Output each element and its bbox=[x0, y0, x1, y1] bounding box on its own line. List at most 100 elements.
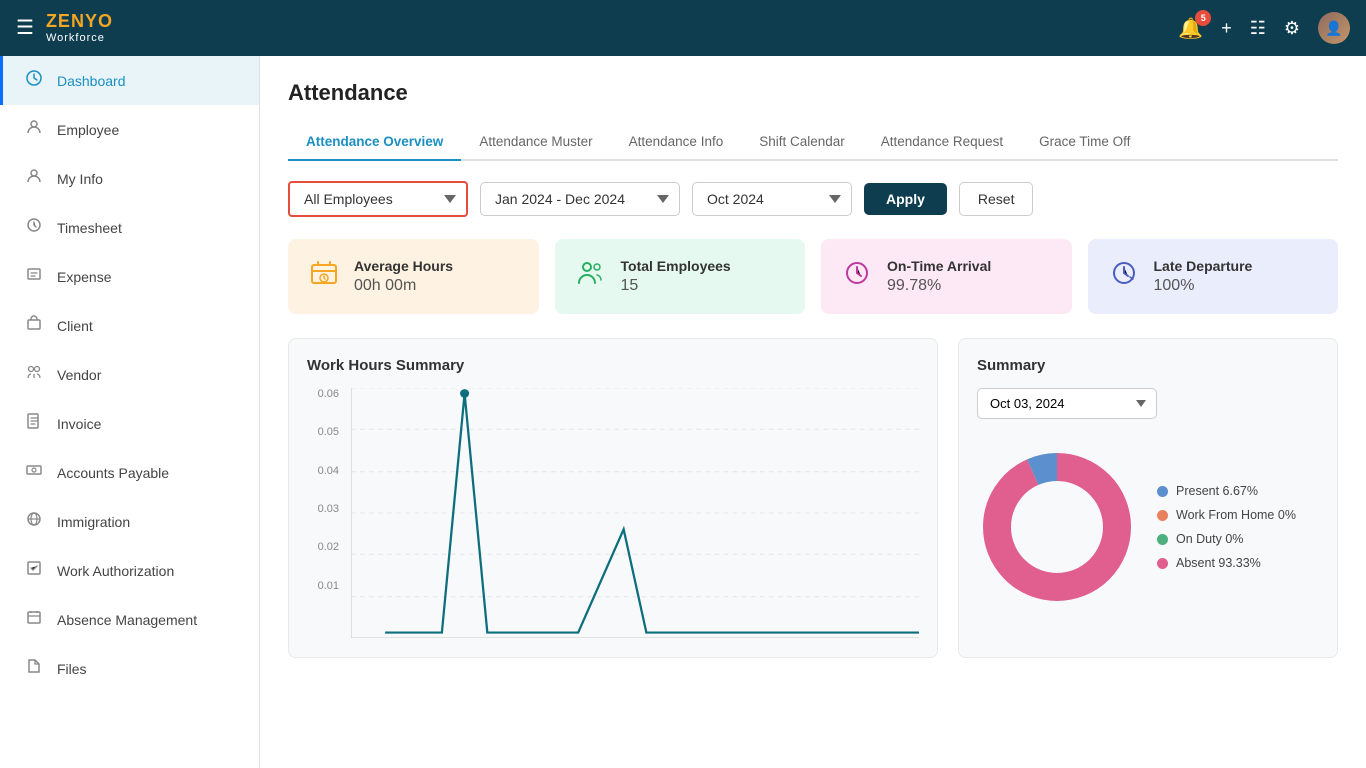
filter-row: All Employees Active Employees Inactive … bbox=[288, 181, 1338, 217]
hamburger-icon[interactable]: ☰ bbox=[16, 15, 34, 40]
tab-attendance-request[interactable]: Attendance Request bbox=[863, 124, 1021, 161]
accounts-payable-icon bbox=[23, 462, 45, 483]
chart-y-axis: 0.06 0.05 0.04 0.03 0.02 0.01 bbox=[307, 388, 345, 618]
tab-grace-time-off[interactable]: Grace Time Off bbox=[1021, 124, 1148, 161]
topbar-right: 🔔 5 + ☷ ⚙ 👤 bbox=[1178, 12, 1350, 44]
sidebar-item-absence-management[interactable]: Absence Management bbox=[0, 595, 259, 644]
client-icon bbox=[23, 315, 45, 336]
legend-dot-absent bbox=[1157, 558, 1168, 569]
stat-card-total-employees: Total Employees 15 bbox=[555, 239, 806, 314]
legend-label-present: Present 6.67% bbox=[1176, 484, 1258, 498]
logo-workforce: Workforce bbox=[46, 32, 113, 44]
employees-filter[interactable]: All Employees Active Employees Inactive … bbox=[288, 181, 468, 217]
legend-label-on-duty: On Duty 0% bbox=[1176, 532, 1243, 546]
y-label-6: 0.06 bbox=[318, 388, 339, 400]
avg-hours-value: 00h 00m bbox=[354, 277, 453, 295]
sidebar-item-invoice[interactable]: Invoice bbox=[0, 399, 259, 448]
legend-absent: Absent 93.33% bbox=[1157, 556, 1296, 570]
apply-button[interactable]: Apply bbox=[864, 183, 947, 215]
sidebar-item-vendor[interactable]: Vendor bbox=[0, 350, 259, 399]
total-employees-icon bbox=[575, 257, 607, 296]
on-time-arrival-value: 99.78% bbox=[887, 277, 991, 295]
tab-bar: Attendance Overview Attendance Muster At… bbox=[288, 124, 1338, 161]
sidebar-item-client[interactable]: Client bbox=[0, 301, 259, 350]
y-label-1: 0.01 bbox=[318, 580, 339, 592]
sidebar-label-accounts-payable: Accounts Payable bbox=[57, 465, 169, 481]
notification-bell[interactable]: 🔔 5 bbox=[1178, 16, 1203, 41]
sidebar-item-files[interactable]: Files bbox=[0, 644, 259, 693]
sidebar-item-myinfo[interactable]: My Info bbox=[0, 154, 259, 203]
chart-svg bbox=[351, 388, 919, 638]
settings-icon[interactable]: ⚙ bbox=[1284, 18, 1300, 39]
legend-wfh: Work From Home 0% bbox=[1157, 508, 1296, 522]
total-employees-value: 15 bbox=[621, 277, 731, 295]
y-label-2: 0.02 bbox=[318, 541, 339, 553]
stat-card-late-departure: Late Departure 100% bbox=[1088, 239, 1339, 314]
invoice-icon bbox=[23, 413, 45, 434]
avatar-image: 👤 bbox=[1318, 12, 1350, 44]
tab-shift-calendar[interactable]: Shift Calendar bbox=[741, 124, 863, 161]
sidebar-item-expense[interactable]: Expense bbox=[0, 252, 259, 301]
sidebar-item-employee[interactable]: Employee bbox=[0, 105, 259, 154]
page-title: Attendance bbox=[288, 80, 1338, 106]
avg-hours-icon bbox=[308, 257, 340, 296]
on-time-arrival-label: On-Time Arrival bbox=[887, 258, 991, 274]
sidebar-label-immigration: Immigration bbox=[57, 514, 130, 530]
tab-attendance-muster[interactable]: Attendance Muster bbox=[461, 124, 610, 161]
sidebar-label-expense: Expense bbox=[57, 269, 111, 285]
sidebar-label-dashboard: Dashboard bbox=[57, 73, 126, 89]
late-departure-info: Late Departure 100% bbox=[1154, 258, 1253, 295]
vendor-icon bbox=[23, 364, 45, 385]
main-layout: Dashboard Employee My Info Timesheet Exp… bbox=[0, 56, 1366, 768]
timesheet-icon bbox=[23, 217, 45, 238]
sidebar-label-vendor: Vendor bbox=[57, 367, 101, 383]
sidebar-label-invoice: Invoice bbox=[57, 416, 101, 432]
tab-attendance-info[interactable]: Attendance Info bbox=[611, 124, 742, 161]
employee-icon bbox=[23, 119, 45, 140]
stat-card-on-time-arrival: On-Time Arrival 99.78% bbox=[821, 239, 1072, 314]
files-icon bbox=[23, 658, 45, 679]
summary-card: Summary Oct 03, 2024 Oct 04, 2024 Oct 05… bbox=[958, 338, 1338, 658]
content-area: Attendance Attendance Overview Attendanc… bbox=[260, 56, 1366, 768]
legend-on-duty: On Duty 0% bbox=[1157, 532, 1296, 546]
legend-label-absent: Absent 93.33% bbox=[1176, 556, 1261, 570]
summary-date-select[interactable]: Oct 03, 2024 Oct 04, 2024 Oct 05, 2024 bbox=[977, 388, 1157, 419]
avg-hours-info: Average Hours 00h 00m bbox=[354, 258, 453, 295]
sidebar-item-timesheet[interactable]: Timesheet bbox=[0, 203, 259, 252]
sidebar-item-dashboard[interactable]: Dashboard bbox=[0, 56, 259, 105]
month-filter[interactable]: Oct 2024 Sep 2024 Nov 2024 bbox=[692, 182, 852, 216]
reset-button[interactable]: Reset bbox=[959, 182, 1034, 216]
expense-icon bbox=[23, 266, 45, 287]
dashboard-icon bbox=[23, 70, 45, 91]
late-departure-label: Late Departure bbox=[1154, 258, 1253, 274]
legend-present: Present 6.67% bbox=[1157, 484, 1296, 498]
sidebar-item-work-authorization[interactable]: Work Authorization bbox=[0, 546, 259, 595]
work-authorization-icon bbox=[23, 560, 45, 581]
sidebar-label-absence-management: Absence Management bbox=[57, 612, 197, 628]
avatar[interactable]: 👤 bbox=[1318, 12, 1350, 44]
topbar: ☰ ZENYO Workforce 🔔 5 + ☷ ⚙ 👤 bbox=[0, 0, 1366, 56]
late-departure-icon bbox=[1108, 257, 1140, 296]
sidebar-label-client: Client bbox=[57, 318, 93, 334]
sidebar-item-accounts-payable[interactable]: Accounts Payable bbox=[0, 448, 259, 497]
grid-icon[interactable]: ☷ bbox=[1250, 18, 1266, 39]
donut-chart-svg bbox=[977, 447, 1137, 607]
chart-area: 0.06 0.05 0.04 0.03 0.02 0.01 bbox=[307, 388, 919, 638]
total-employees-label: Total Employees bbox=[621, 258, 731, 274]
add-icon[interactable]: + bbox=[1221, 18, 1232, 39]
immigration-icon bbox=[23, 511, 45, 532]
sidebar-item-immigration[interactable]: Immigration bbox=[0, 497, 259, 546]
legend-dot-on-duty bbox=[1157, 534, 1168, 545]
tab-attendance-overview[interactable]: Attendance Overview bbox=[288, 124, 461, 161]
sidebar: Dashboard Employee My Info Timesheet Exp… bbox=[0, 56, 260, 768]
date-range-filter[interactable]: Jan 2024 - Dec 2024 Jan 2023 - Dec 2023 bbox=[480, 182, 680, 216]
absence-management-icon bbox=[23, 609, 45, 630]
summary-title: Summary bbox=[977, 357, 1319, 374]
topbar-left: ☰ ZENYO Workforce bbox=[16, 12, 113, 44]
stats-row: Average Hours 00h 00m Total Employees 15 bbox=[288, 239, 1338, 314]
sidebar-label-employee: Employee bbox=[57, 122, 119, 138]
notif-count: 5 bbox=[1195, 10, 1211, 26]
y-label-3: 0.03 bbox=[318, 503, 339, 515]
avg-hours-label: Average Hours bbox=[354, 258, 453, 274]
sidebar-label-files: Files bbox=[57, 661, 87, 677]
